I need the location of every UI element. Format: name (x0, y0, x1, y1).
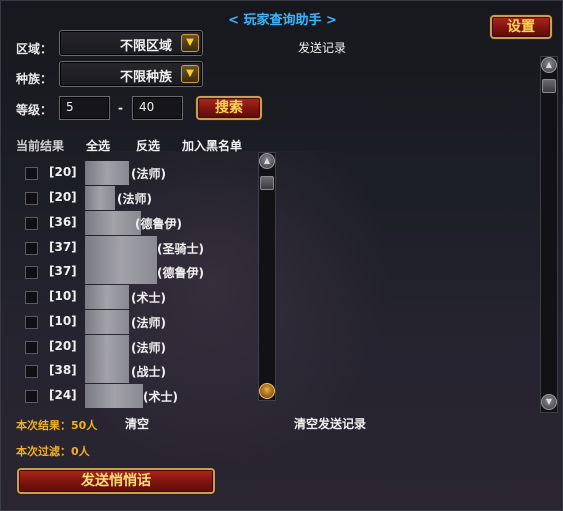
scroll-down-icon[interactable]: ▼ (541, 394, 557, 410)
list-item[interactable]: [37] (德鲁伊) (23, 260, 253, 284)
chevron-down-icon[interactable]: ▼ (181, 34, 199, 52)
player-name-redacted (85, 335, 129, 359)
row-checkbox[interactable] (25, 266, 38, 279)
level-min-input[interactable]: 5 (59, 96, 110, 120)
player-class: (战士) (131, 365, 166, 379)
row-checkbox[interactable] (25, 365, 38, 378)
select-all-button[interactable]: 全选 (86, 137, 110, 154)
settings-button[interactable]: 设置 (490, 15, 552, 39)
row-checkbox[interactable] (25, 316, 38, 329)
results-header: 当前结果 (16, 139, 65, 153)
chevron-down-icon[interactable]: ▼ (181, 65, 199, 83)
list-item[interactable]: [36] (德鲁伊) (23, 211, 253, 235)
player-query-window: < 玩家查询助手 > 设置 区域： 不限区域 ▼ 种族： 不限种族 ▼ 等级： … (0, 0, 563, 511)
player-name-redacted (85, 186, 115, 210)
region-value: 不限区域 (119, 39, 172, 54)
list-item[interactable]: [37] (圣骑士) (23, 236, 253, 260)
row-checkbox[interactable] (25, 341, 38, 354)
player-level: [20] (49, 190, 77, 204)
send-log-scroll-thumb[interactable] (542, 79, 556, 93)
player-class: (圣骑士) (157, 242, 204, 256)
row-checkbox[interactable] (25, 192, 38, 205)
list-item[interactable]: [20] (法师) (23, 161, 253, 185)
row-checkbox[interactable] (25, 390, 38, 403)
results-scroll-thumb[interactable] (260, 176, 274, 190)
region-label: 区域： (16, 42, 53, 56)
player-class: (术士) (131, 291, 166, 305)
scroll-up-icon[interactable]: ▲ (259, 153, 275, 169)
player-class: (德鲁伊) (157, 266, 204, 280)
list-item[interactable]: [10] (术士) (23, 285, 253, 309)
player-name-redacted (85, 285, 129, 309)
list-item[interactable]: [38] (战士) (23, 359, 253, 383)
race-dropdown[interactable]: 不限种族 ▼ (59, 61, 203, 87)
list-item[interactable]: [10] (法师) (23, 310, 253, 334)
player-name-redacted (85, 310, 129, 334)
invert-selection-button[interactable]: 反选 (136, 137, 160, 154)
player-class: (法师) (131, 167, 166, 181)
filtered-count: 本次过滤：0人 (16, 445, 90, 458)
add-to-blacklist-button[interactable]: 加入黑名单 (182, 137, 242, 154)
row-checkbox[interactable] (25, 242, 38, 255)
player-level: [24] (49, 388, 77, 402)
level-max-input[interactable]: 40 (132, 96, 183, 120)
player-level: [36] (49, 215, 77, 229)
scroll-up-icon[interactable]: ▲ (541, 57, 557, 73)
player-class: (德鲁伊) (135, 217, 182, 231)
scroll-down-icon[interactable]: ▼ (259, 383, 275, 399)
player-level: [38] (49, 363, 77, 377)
send-log-title: 发送记录 (298, 41, 347, 55)
player-level: [20] (49, 165, 77, 179)
player-name-redacted (85, 236, 157, 260)
player-class: (术士) (143, 390, 178, 404)
clear-button[interactable]: 清空 (125, 415, 149, 432)
search-button[interactable]: 搜索 (196, 96, 262, 120)
player-class: (法师) (131, 341, 166, 355)
clear-send-log-button[interactable]: 清空发送记录 (294, 415, 366, 432)
player-level: [37] (49, 264, 77, 278)
race-value: 不限种族 (119, 70, 172, 85)
player-class: (法师) (131, 316, 166, 330)
player-level: [37] (49, 240, 77, 254)
result-count: 本次结果：50人 (16, 419, 98, 432)
player-name-redacted (85, 359, 129, 383)
list-item[interactable]: [20] (法师) (23, 186, 253, 210)
level-label: 等级： (16, 103, 53, 117)
player-level: [10] (49, 289, 77, 303)
player-name-redacted (85, 384, 143, 408)
player-name-redacted (85, 161, 129, 185)
race-label: 种族： (16, 72, 53, 86)
row-checkbox[interactable] (25, 291, 38, 304)
window-title: < 玩家查询助手 > (228, 13, 337, 28)
player-name-redacted (85, 260, 157, 284)
send-whisper-button[interactable]: 发送悄悄话 (17, 468, 215, 494)
row-checkbox[interactable] (25, 167, 38, 180)
send-log-scrollbar[interactable] (540, 56, 558, 413)
list-item[interactable]: [20] (法师) (23, 335, 253, 359)
player-level: [10] (49, 314, 77, 328)
player-class: (法师) (117, 192, 152, 206)
region-dropdown[interactable]: 不限区域 ▼ (59, 30, 203, 56)
list-item[interactable]: [24] (术士) (23, 384, 253, 408)
player-name-redacted (85, 211, 141, 235)
level-separator: - (118, 101, 123, 115)
player-level: [20] (49, 339, 77, 353)
row-checkbox[interactable] (25, 217, 38, 230)
